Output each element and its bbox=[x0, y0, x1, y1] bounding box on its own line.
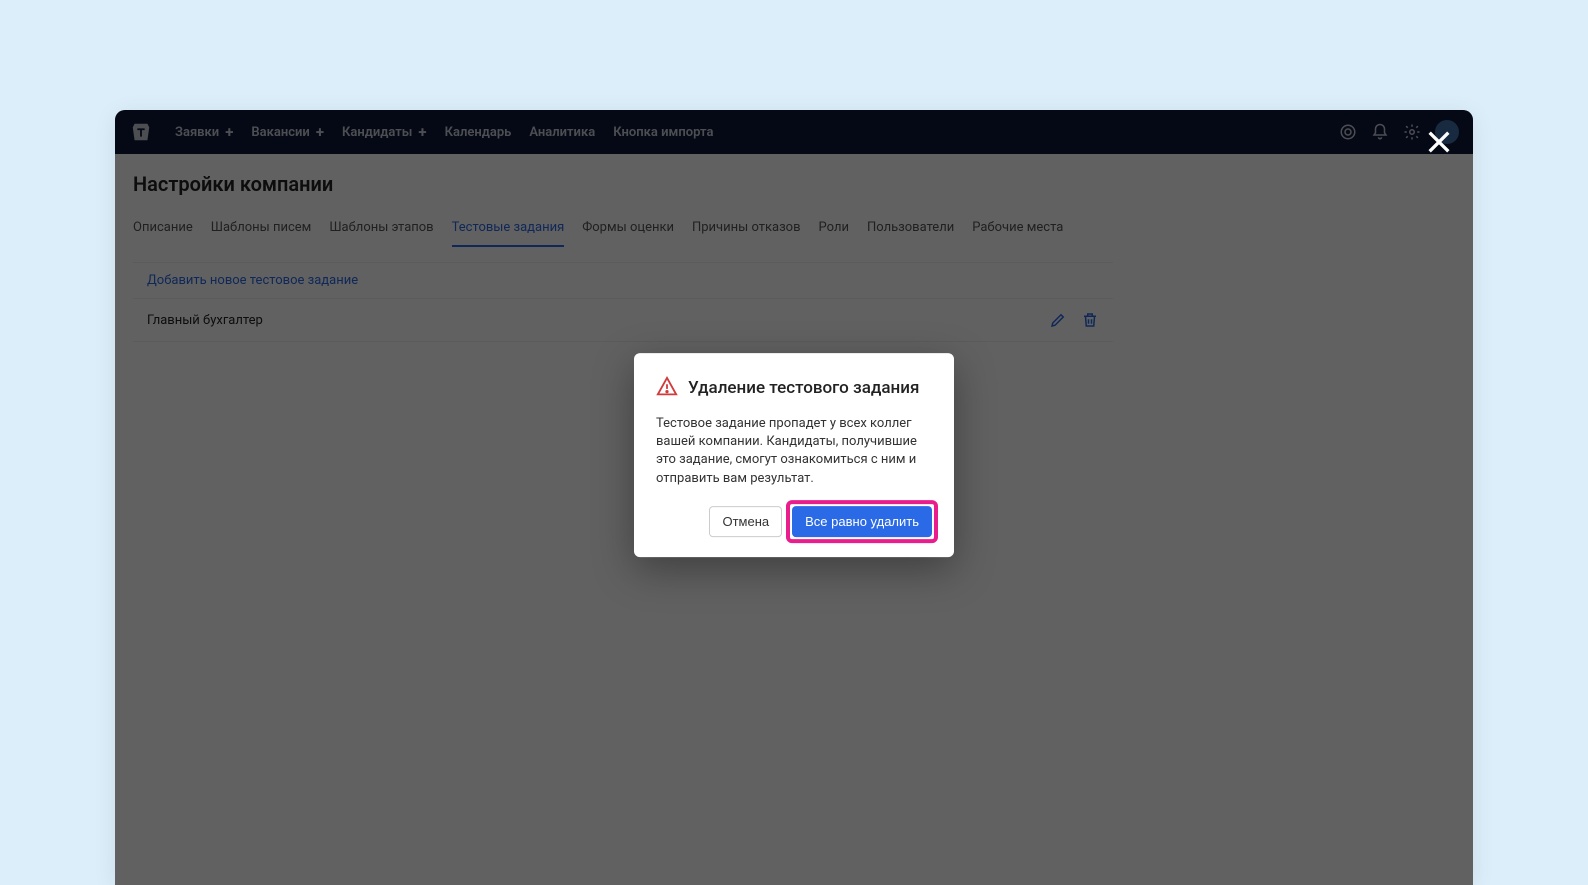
close-icon[interactable] bbox=[1423, 126, 1455, 158]
confirm-delete-button[interactable]: Все равно удалить bbox=[792, 506, 932, 537]
dialog-header: Удаление тестового задания bbox=[656, 375, 932, 401]
dialog-title: Удаление тестового задания bbox=[688, 378, 919, 398]
confirm-dialog: Удаление тестового задания Тестовое зада… bbox=[634, 353, 954, 557]
cancel-button[interactable]: Отмена bbox=[709, 506, 782, 537]
warning-triangle-icon bbox=[656, 375, 678, 401]
dialog-actions: Отмена Все равно удалить bbox=[656, 506, 932, 537]
dialog-body: Тестовое задание пропадет у всех коллег … bbox=[656, 415, 932, 488]
